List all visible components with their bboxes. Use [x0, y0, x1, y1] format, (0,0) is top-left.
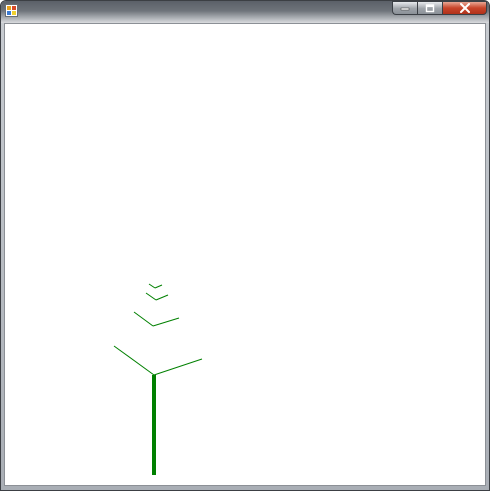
tree-branch — [113, 345, 155, 376]
close-icon — [459, 3, 470, 13]
app-icon[interactable] — [5, 4, 18, 17]
tree-branch — [133, 311, 154, 327]
tree-branch — [148, 283, 156, 289]
drawing-surface — [4, 23, 486, 486]
tree-branch — [154, 284, 163, 289]
minimize-button[interactable] — [392, 1, 417, 15]
app-window — [0, 0, 490, 491]
tree-branch — [155, 294, 169, 301]
tree-branch — [152, 317, 180, 327]
tree-drawing — [113, 283, 203, 475]
close-button[interactable] — [442, 1, 487, 15]
maximize-button[interactable] — [417, 1, 442, 15]
maximize-icon — [425, 3, 435, 12]
title-bar[interactable] — [1, 1, 489, 23]
minimize-icon — [400, 7, 410, 11]
tree-branch — [145, 292, 157, 301]
tree-branch — [153, 358, 203, 376]
caption-buttons — [392, 1, 487, 15]
